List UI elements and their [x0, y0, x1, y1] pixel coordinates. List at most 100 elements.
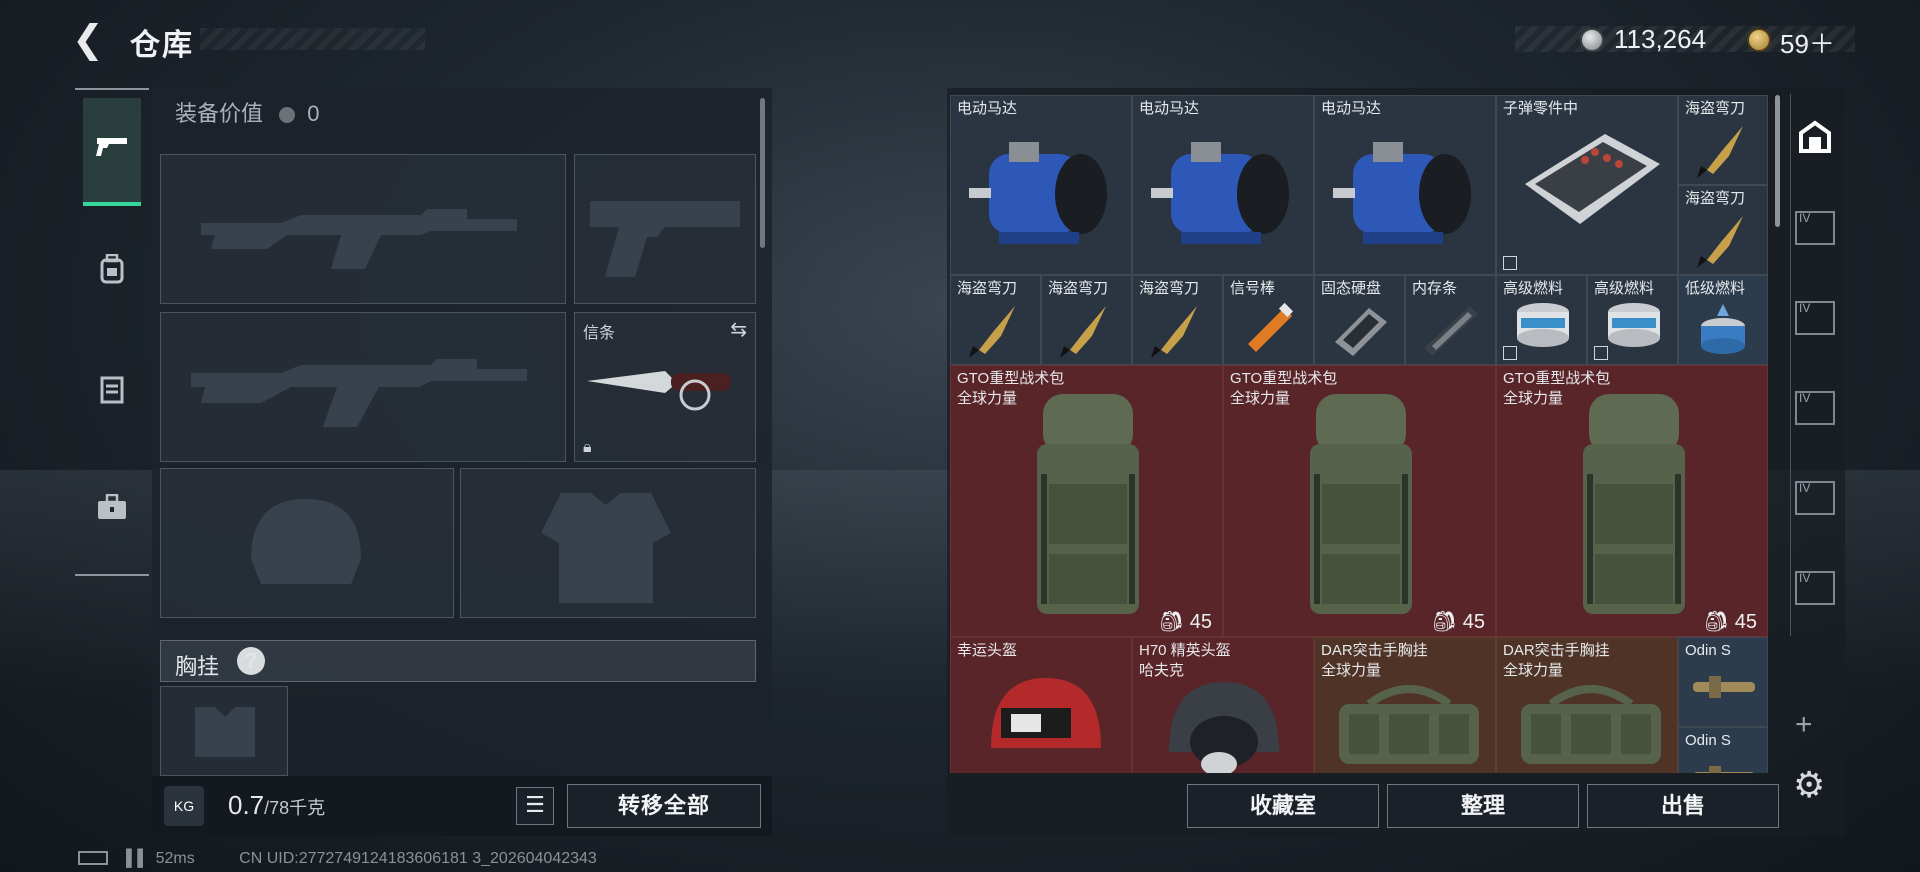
backpack-icon: [99, 253, 125, 291]
item-name: Odin S: [1685, 732, 1731, 749]
signal-icon: ▐▐: [120, 850, 144, 867]
ping: 52ms: [155, 850, 195, 867]
safe-box-icon: IV: [1795, 481, 1835, 515]
item-capacity: 🎒︎ 45: [1703, 611, 1757, 633]
storage-item[interactable]: 海盗弯刀: [1678, 185, 1768, 275]
backpack-icon: [1310, 394, 1412, 614]
battery-icon: [78, 851, 108, 865]
storage-item[interactable]: 低级燃料: [1678, 275, 1768, 365]
knife-icon: [1697, 216, 1743, 268]
capacity-value: 45: [1189, 611, 1212, 633]
tab-backpack[interactable]: [83, 218, 141, 326]
storage-item[interactable]: 电动马达: [1132, 95, 1314, 275]
helmet-slot[interactable]: [160, 468, 454, 618]
storage-actions: 收藏室 整理 出售: [947, 776, 1845, 836]
item-name: 电动马达: [1321, 100, 1382, 117]
storage-scrollbar[interactable]: [1775, 95, 1780, 227]
storage-item[interactable]: 电动马达: [950, 95, 1132, 275]
storage-item[interactable]: 高级燃料: [1496, 275, 1587, 365]
item-name: 子弹零件中: [1503, 100, 1579, 117]
transfer-all-button[interactable]: 转移全部: [567, 784, 761, 828]
storage-item[interactable]: 子弹零件中: [1496, 95, 1678, 275]
melee-slot[interactable]: 信条 ⇆ 🔒︎: [574, 312, 756, 462]
organize-button[interactable]: 整理: [1387, 784, 1579, 828]
scope-icon: [1694, 766, 1754, 773]
backpack-icon: [1583, 394, 1685, 614]
tab-storage-iv-2[interactable]: IV: [1791, 284, 1839, 352]
equipment-value-amount: 0: [307, 101, 320, 126]
item-name: 固态硬盘: [1321, 280, 1382, 297]
armor-silhouette-icon: [541, 493, 671, 603]
tab-storage-iv-1[interactable]: IV: [1791, 194, 1839, 262]
primary-weapon-slot[interactable]: [160, 154, 566, 304]
storage-item[interactable]: Odin S: [1678, 637, 1768, 727]
item-name: 海盗弯刀: [1685, 190, 1746, 207]
storage-item[interactable]: GTO重型战术包 全球力量 🎒︎ 45: [1496, 365, 1768, 637]
status-bar: ▐▐ 52ms CN UID:2772749124183606181 3_202…: [78, 850, 597, 868]
fuel-can-icon: [1701, 304, 1745, 354]
tab-storage-iv-4[interactable]: IV: [1791, 464, 1839, 532]
ram-icon: [1424, 306, 1478, 356]
knife-icon: [1697, 126, 1743, 178]
armor-slot[interactable]: [460, 468, 756, 618]
storage-item[interactable]: 海盗弯刀: [1678, 95, 1768, 185]
weight-current: 0.7: [228, 790, 265, 820]
sell-button[interactable]: 出售: [1587, 784, 1779, 828]
list-view-icon[interactable]: ☰: [516, 787, 554, 825]
helmet-icon: [1169, 682, 1279, 773]
storage-item[interactable]: 海盗弯刀: [1041, 275, 1132, 365]
tab-warehouse[interactable]: [1791, 104, 1839, 172]
item-name: 信号棒: [1230, 280, 1276, 297]
item-faction: 全球力量: [957, 390, 1018, 407]
storage-item[interactable]: DAR突击手胸挂 全球力量: [1314, 637, 1496, 773]
chest-rig-slot[interactable]: [160, 686, 288, 776]
uid: CN UID:2772749124183606181 3_20260404234…: [239, 850, 597, 867]
storage-item[interactable]: 高级燃料: [1587, 275, 1678, 365]
storage-item[interactable]: 海盗弯刀: [950, 275, 1041, 365]
back-arrow-icon[interactable]: ❮: [72, 20, 112, 60]
storage-item[interactable]: 固态硬盘: [1314, 275, 1405, 365]
chest-rig-label: 胸挂: [175, 654, 220, 679]
no-trade-icon: [1503, 346, 1517, 360]
storage-item[interactable]: GTO重型战术包 全球力量 🎒︎ 45: [1223, 365, 1496, 637]
storage-item[interactable]: Odin S: [1678, 727, 1768, 773]
storage-item[interactable]: 内存条: [1405, 275, 1496, 365]
item-name: 低级燃料: [1685, 280, 1746, 297]
gear-icon[interactable]: ⚙︎: [1793, 764, 1825, 806]
storage-item[interactable]: 电动马达: [1314, 95, 1496, 275]
knife-icon: [587, 371, 731, 411]
storage-item[interactable]: 信号棒: [1223, 275, 1314, 365]
storage-grid: 电动马达 电动马达 电动马达 子弹零件中 海盗弯刀 海盗弯刀 海盗弯刀 海盗弯刀…: [950, 95, 1768, 773]
add-tab-icon[interactable]: +: [1795, 708, 1813, 742]
tab-weapons[interactable]: [83, 98, 141, 206]
ssd-icon: [1335, 308, 1387, 356]
storage-item[interactable]: 海盗弯刀: [1132, 275, 1223, 365]
pistol-silhouette-icon: [590, 201, 740, 277]
flare-icon: [1248, 302, 1294, 352]
pistol-slot[interactable]: [574, 154, 756, 304]
help-icon[interactable]: ?: [237, 647, 265, 675]
weight-icon: KG: [164, 786, 204, 826]
item-name: 海盗弯刀: [957, 280, 1018, 297]
collection-room-button[interactable]: 收藏室: [1187, 784, 1379, 828]
secondary-weapon-slot[interactable]: [160, 312, 566, 462]
storage-item[interactable]: GTO重型战术包 全球力量 🎒︎ 45: [950, 365, 1223, 637]
swap-icon[interactable]: ⇆: [730, 317, 747, 342]
gold-currency-amount[interactable]: 59＋: [1780, 24, 1835, 61]
tab-storage-iv-3[interactable]: IV: [1791, 374, 1839, 442]
tab-vest[interactable]: [83, 338, 141, 446]
storage-item[interactable]: DAR突击手胸挂 全球力量: [1496, 637, 1678, 773]
tab-case[interactable]: [83, 456, 141, 564]
storage-item[interactable]: 幸运头盔: [950, 637, 1132, 773]
motor-icon: [1151, 142, 1289, 244]
motor-icon: [969, 142, 1107, 244]
safe-box-icon: IV: [1795, 211, 1835, 245]
item-name: 电动马达: [957, 100, 1018, 117]
storage-item[interactable]: H70 精英头盔 哈夫克: [1132, 637, 1314, 773]
tab-storage-iv-5[interactable]: IV: [1791, 554, 1839, 622]
item-faction: 全球力量: [1503, 390, 1564, 407]
helmet-silhouette-icon: [251, 499, 361, 584]
item-name: 海盗弯刀: [1685, 100, 1746, 117]
loadout-tabs: [75, 88, 149, 576]
equipment-scrollbar[interactable]: [760, 98, 765, 248]
